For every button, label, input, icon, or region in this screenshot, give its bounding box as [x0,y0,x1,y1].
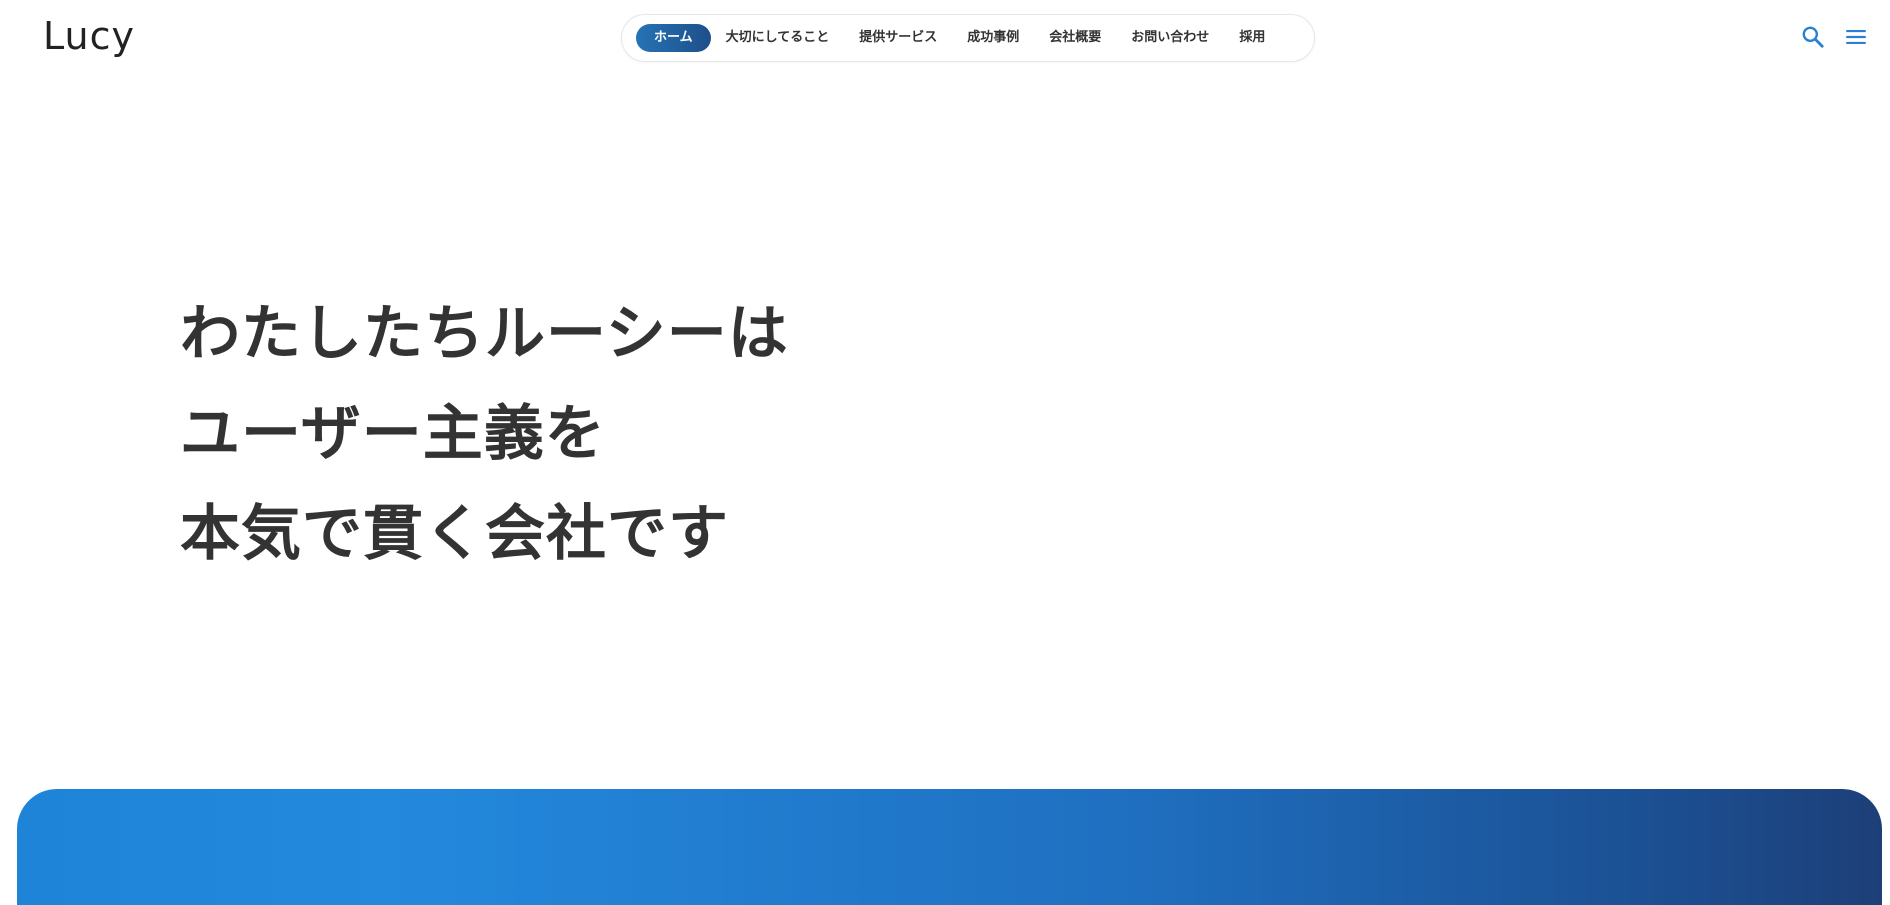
nav-item-recruit[interactable]: 採用 [1224,24,1280,52]
main-nav: ホーム 大切にしてること 提供サービス 成功事例 会社概要 お問い合わせ 採用 [621,14,1315,62]
search-button[interactable] [1800,24,1826,50]
search-icon [1802,26,1824,48]
nav-item-contact[interactable]: お問い合わせ [1116,24,1224,52]
nav-item-services[interactable]: 提供サービス [844,24,952,52]
hero-heading: わたしたちルーシーは ユーザー主義を 本気で貫く会社です [180,284,789,584]
nav-item-company[interactable]: 会社概要 [1034,24,1116,52]
hero-line-2: ユーザー主義を [180,399,606,469]
blue-section-band [17,789,1882,905]
hero-line-1: わたしたちルーシーは [180,299,789,369]
hamburger-menu-icon [1846,29,1866,45]
nav-item-values[interactable]: 大切にしてること [711,24,845,52]
page: Lucy ホーム 大切にしてること 提供サービス 成功事例 会社概要 お問い合わ… [0,0,1890,905]
site-logo[interactable]: Lucy [43,14,135,58]
menu-button[interactable] [1843,24,1869,50]
nav-item-cases[interactable]: 成功事例 [952,24,1034,52]
nav-item-home[interactable]: ホーム [636,24,711,52]
hero-line-3: 本気で貫く会社です [180,499,729,569]
